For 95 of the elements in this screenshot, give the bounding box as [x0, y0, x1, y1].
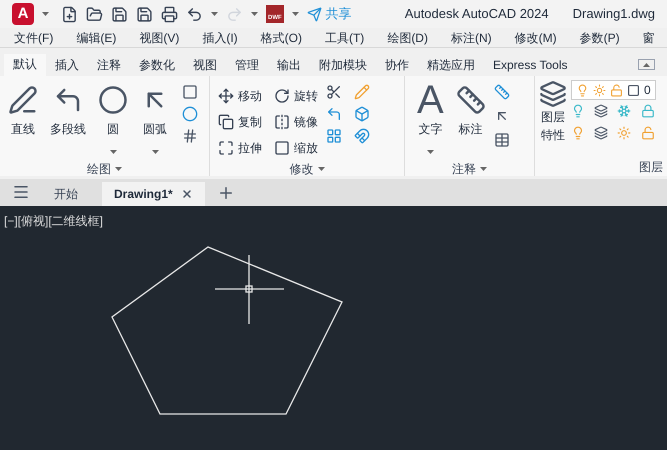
app-logo-button[interactable]: A — [12, 3, 34, 25]
caret-icon[interactable] — [480, 167, 487, 171]
rectangle-icon[interactable] — [182, 84, 198, 100]
menu-item[interactable]: 格式(O) — [260, 28, 302, 46]
tool-icon — [218, 140, 234, 156]
file-name: Drawing1.dwg — [572, 5, 655, 24]
color-swatch-icon — [627, 84, 640, 96]
tool-icon — [218, 114, 234, 130]
text-tool-glyph: A — [417, 80, 444, 120]
layers-icon[interactable] — [594, 126, 608, 140]
ribbon-tab[interactable]: 插入 — [46, 54, 88, 76]
file-tab[interactable]: 开始 — [42, 182, 90, 206]
menu-item[interactable]: 文件(F) — [14, 28, 54, 46]
layer-properties-button[interactable]: 图层 特性 — [539, 76, 567, 158]
layers-icon[interactable] — [594, 104, 608, 118]
caret-icon[interactable] — [42, 12, 49, 16]
panel-title[interactable]: 修改 — [210, 160, 404, 178]
tool-button[interactable]: A 文字 — [413, 76, 448, 160]
menu-item[interactable]: 插入(I) — [202, 28, 238, 46]
ellipse-icon[interactable] — [182, 106, 198, 122]
tool-button[interactable]: 圆弧 — [136, 76, 174, 160]
drawing-canvas[interactable]: [−][俯视][二维线框] — [0, 206, 667, 450]
menu-item[interactable]: 绘图(D) — [387, 28, 428, 46]
ribbon-tab[interactable]: 注释 — [88, 54, 130, 76]
sun-icon — [593, 84, 606, 96]
menu-item[interactable]: 参数(P) — [580, 28, 620, 46]
tool-button[interactable]: 圆 — [94, 76, 132, 160]
linear-dimension-icon[interactable] — [494, 84, 510, 100]
tool-button[interactable]: 镜像 — [274, 110, 318, 134]
caret-icon[interactable] — [426, 150, 434, 154]
circle-icon — [98, 85, 128, 115]
ribbon-tab[interactable]: 视图 — [184, 54, 226, 76]
open-folder-icon[interactable] — [86, 6, 103, 22]
send-icon — [306, 6, 322, 22]
panel-title: 图层 — [639, 159, 663, 176]
tool-icon — [274, 114, 290, 130]
caret-icon[interactable] — [211, 12, 218, 16]
ribbon-tab[interactable]: 参数化 — [130, 54, 184, 76]
caret-icon[interactable] — [115, 167, 122, 171]
save-as-icon[interactable] — [136, 6, 153, 22]
button-label: 特性 — [541, 127, 565, 144]
print-icon[interactable] — [161, 6, 178, 22]
tool-button[interactable]: 直线 — [4, 76, 42, 160]
trim-icon[interactable] — [326, 84, 342, 100]
hatch-icon[interactable] — [182, 128, 198, 144]
layers-icon — [539, 80, 567, 108]
tool-button[interactable]: 旋转 — [274, 84, 318, 108]
tool-button[interactable]: 缩放 — [274, 136, 318, 160]
ribbon-tab[interactable]: 精选应用 — [418, 54, 484, 76]
bulb-icon — [576, 84, 589, 96]
ribbon-tab[interactable]: 管理 — [226, 54, 268, 76]
menu-item[interactable]: 工具(T) — [324, 28, 364, 46]
menu-icon[interactable] — [12, 183, 30, 201]
caret-icon[interactable] — [292, 12, 299, 16]
menu-item[interactable]: 编辑(E) — [76, 28, 116, 46]
close-icon[interactable] — [180, 188, 193, 200]
dimension-icon — [456, 85, 486, 115]
ribbon-tab[interactable]: 协作 — [376, 54, 418, 76]
tool-button[interactable]: 移动 — [218, 84, 262, 108]
undo-icon[interactable] — [186, 6, 203, 22]
new-file-icon[interactable] — [61, 6, 78, 22]
ribbon-tab[interactable]: Express Tools — [484, 54, 576, 76]
app-title: Autodesk AutoCAD 2024 — [404, 5, 549, 24]
layer-dropdown[interactable]: 0 — [571, 80, 656, 100]
file-tab[interactable]: Drawing1* — [102, 182, 205, 206]
panel-toggle-button[interactable] — [638, 59, 655, 70]
caret-icon[interactable] — [152, 150, 158, 154]
menu-item[interactable]: 修改(M) — [514, 28, 557, 46]
caret-icon[interactable] — [643, 62, 650, 66]
tool-button[interactable]: 多段线 — [46, 76, 90, 160]
ribbon-tab[interactable]: 默认 — [4, 54, 46, 76]
panel-title[interactable]: 注释 — [405, 160, 534, 178]
tool-icon — [218, 88, 234, 104]
tool-icon — [274, 140, 290, 156]
caret-icon[interactable] — [110, 150, 116, 154]
menu-item[interactable]: 视图(V) — [139, 28, 180, 46]
ribbon-tab[interactable]: 输出 — [268, 54, 310, 76]
button-label: 图层 — [541, 109, 565, 126]
viewport-label[interactable]: [−][俯视][二维线框] — [4, 212, 104, 230]
crosshair-cursor-icon — [215, 255, 284, 324]
unlock-icon — [610, 84, 623, 96]
ribbon-tab[interactable]: 附加模块 — [310, 54, 376, 76]
layer-name: 0 — [644, 82, 651, 99]
tool-button[interactable]: 复制 — [218, 110, 262, 134]
save-icon[interactable] — [111, 6, 128, 22]
tool-icon — [274, 88, 290, 104]
caret-icon[interactable] — [318, 167, 324, 171]
array-icon[interactable] — [326, 128, 342, 144]
caret-icon[interactable] — [251, 12, 258, 16]
menu-item[interactable]: 窗 — [642, 28, 655, 46]
panel-title[interactable]: 绘图 — [0, 160, 209, 178]
menu-item[interactable]: 标注(N) — [450, 28, 492, 46]
tool-button[interactable]: 标注 — [452, 76, 490, 160]
tool-button[interactable]: 拉伸 — [218, 136, 262, 160]
table-icon[interactable] — [494, 132, 510, 148]
